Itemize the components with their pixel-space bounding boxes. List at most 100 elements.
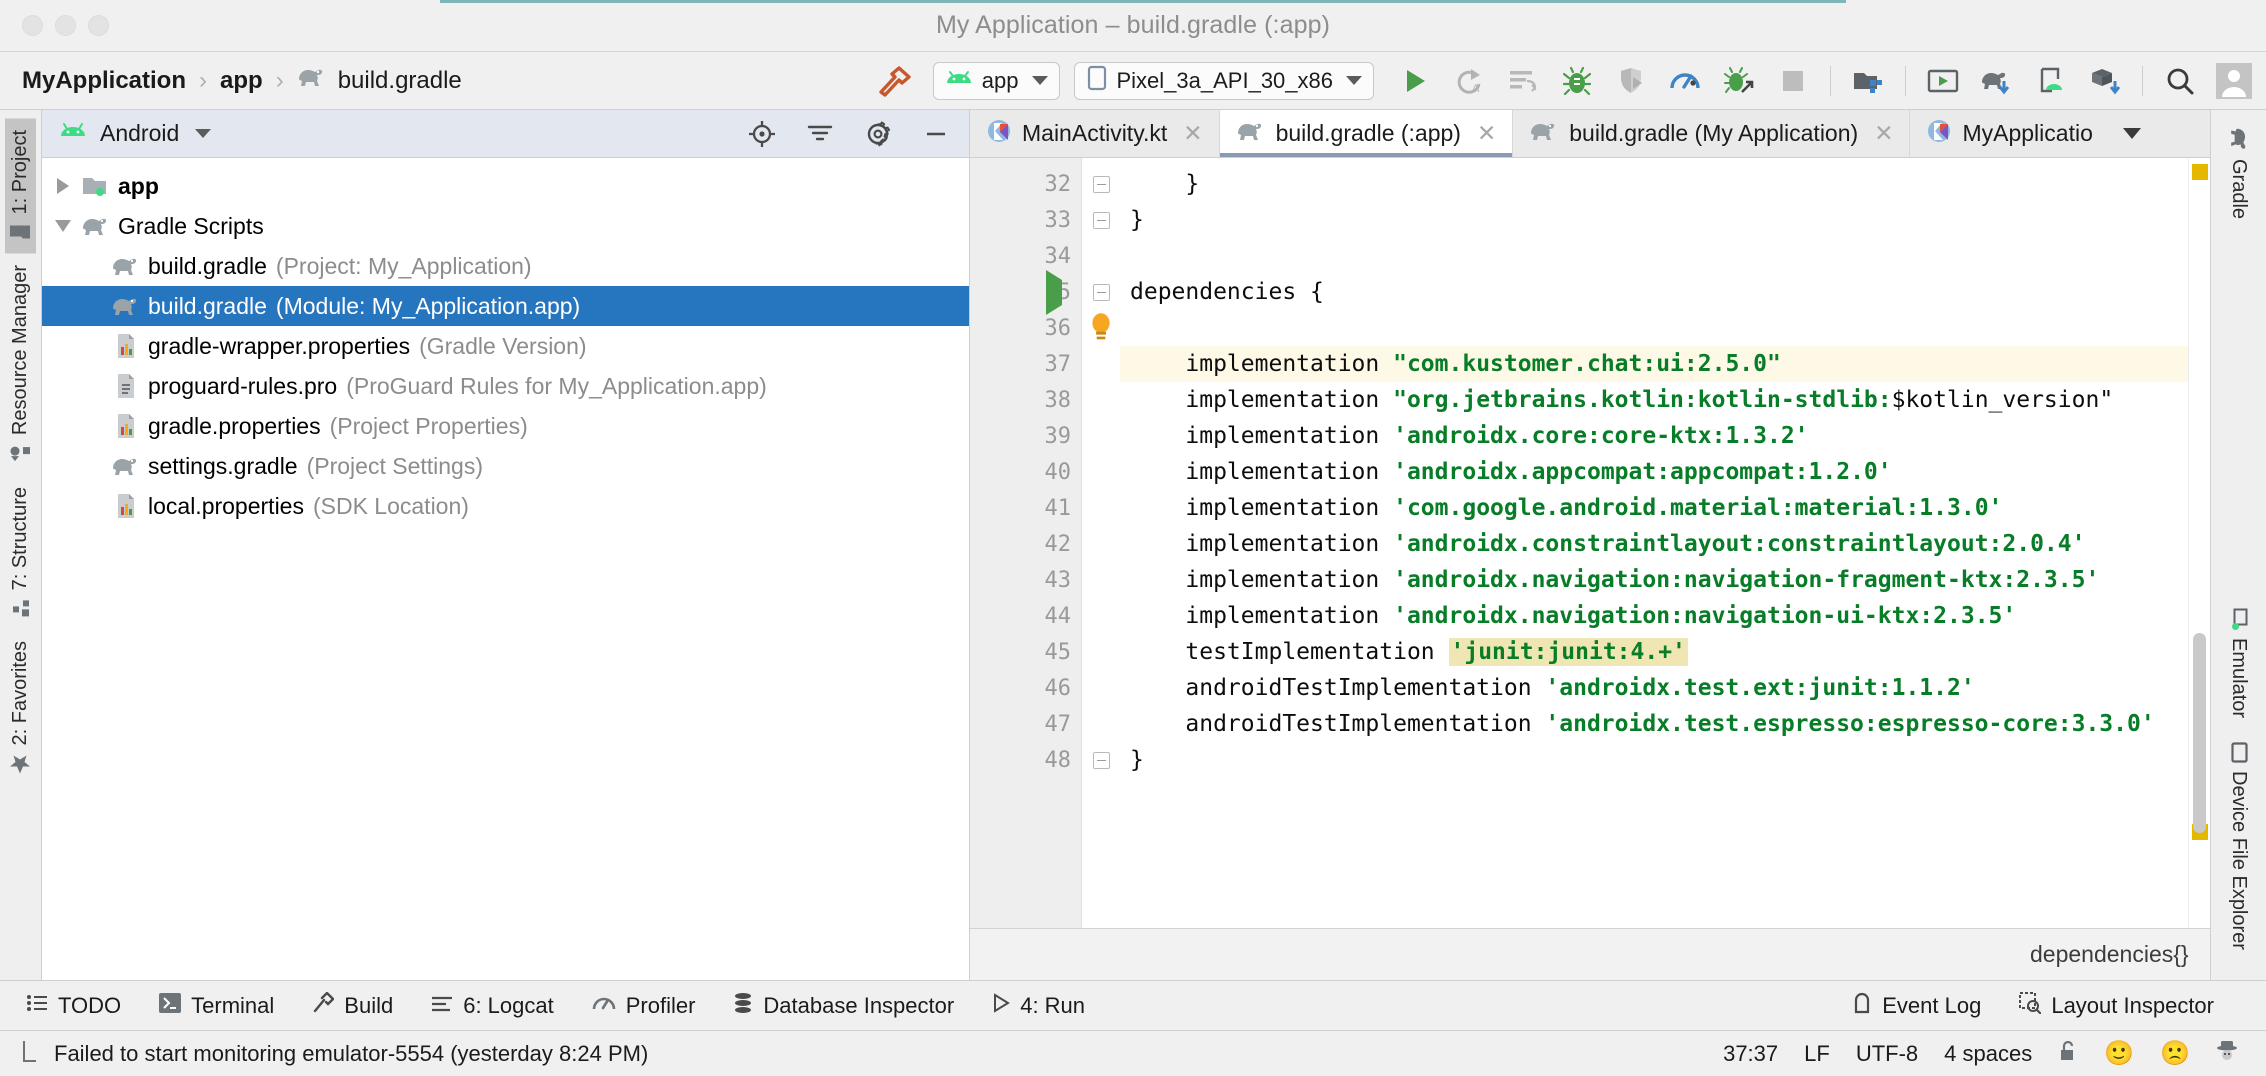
close-icon[interactable]: ✕	[1874, 120, 1893, 147]
breadcrumb-item-file[interactable]: build.gradle	[297, 65, 462, 96]
sidebar-item-project[interactable]: 1: Project	[5, 118, 36, 254]
code-line-dependencies[interactable]: dependencies {	[1120, 274, 2188, 310]
happy-face-icon[interactable]: 🙂	[2104, 1039, 2134, 1068]
breadcrumb-item-project[interactable]: MyApplication	[22, 67, 186, 95]
editor-tab-build-gradle-project[interactable]: build.gradle (My Application) ✕	[1513, 110, 1911, 157]
indent-setting[interactable]: 4 spaces	[1944, 1041, 2032, 1067]
fold-marker-end[interactable]	[1082, 742, 1120, 778]
avd-manager-icon[interactable]	[1921, 61, 1965, 101]
code-line[interactable]: implementation 'androidx.core:core-ktx:1…	[1120, 418, 2188, 454]
module-selector[interactable]: app	[932, 61, 1060, 100]
tool-window-logcat[interactable]: 6: Logcat	[431, 993, 554, 1019]
status-message[interactable]: Failed to start monitoring emulator-5554…	[54, 1041, 648, 1067]
run-gutter-icon[interactable]	[1046, 269, 1062, 315]
line-separator[interactable]: LF	[1804, 1041, 1830, 1067]
minimize-window-button[interactable]	[55, 15, 76, 36]
tree-item-settings-gradle[interactable]: settings.gradle (Project Settings)	[42, 446, 969, 486]
tree-item-build-gradle-project[interactable]: build.gradle (Project: My_Application)	[42, 246, 969, 286]
project-view-selector-label[interactable]: Android	[100, 120, 179, 147]
tool-window-build[interactable]: Build	[312, 990, 393, 1020]
tool-window-event-log[interactable]: Event Log	[1852, 992, 1981, 1020]
tool-window-database-inspector[interactable]: Database Inspector	[733, 992, 954, 1020]
profiler-icon[interactable]	[1663, 61, 1707, 101]
unlocked-icon[interactable]	[2058, 1039, 2078, 1069]
tool-window-terminal[interactable]: Terminal	[159, 992, 274, 1019]
notification-icon[interactable]	[20, 1039, 40, 1069]
avatar-icon[interactable]	[2212, 61, 2256, 101]
zoom-window-button[interactable]	[88, 15, 109, 36]
tree-item-proguard-rules[interactable]: proguard-rules.pro (ProGuard Rules for M…	[42, 366, 969, 406]
code-line-caret[interactable]: implementation "com.kustomer.chat:ui:2.5…	[1120, 346, 2188, 382]
code-line[interactable]: implementation 'androidx.navigation:navi…	[1120, 562, 2188, 598]
line-number-gutter[interactable]: 32 33 34 35 36 37 38 39 40 41 42 43 44 4…	[970, 158, 1082, 928]
run-button[interactable]	[1393, 61, 1437, 101]
close-icon[interactable]: ✕	[1477, 120, 1496, 147]
scrollbar-thumb[interactable]	[2193, 633, 2206, 833]
sidebar-item-favorites[interactable]: 2: Favorites	[5, 629, 36, 786]
project-structure-icon[interactable]	[2083, 61, 2127, 101]
editor-scrollbar[interactable]	[2188, 158, 2210, 928]
warning-marker[interactable]	[2192, 164, 2208, 180]
intention-bulb-icon[interactable]	[1082, 310, 1120, 346]
code-line[interactable]: implementation 'androidx.navigation:navi…	[1120, 598, 2188, 634]
target-icon[interactable]	[745, 119, 779, 149]
code-line[interactable]	[1120, 310, 2188, 346]
code-line[interactable]: androidTestImplementation 'androidx.test…	[1120, 706, 2188, 742]
tool-window-todo[interactable]: TODO	[26, 993, 121, 1019]
minimize-icon[interactable]	[919, 119, 953, 149]
editor-tab-mainactivity[interactable]: MainActivity.kt ✕	[970, 110, 1220, 157]
gradle-sync-icon[interactable]	[1975, 61, 2019, 101]
attach-debugger-icon[interactable]	[1609, 61, 1653, 101]
code-line[interactable]: }	[1120, 742, 2188, 778]
sidebar-item-gradle[interactable]: Gradle	[2222, 118, 2256, 231]
tree-item-gradle-scripts[interactable]: Gradle Scripts	[42, 206, 969, 246]
code-line[interactable]	[1120, 238, 2188, 274]
chevron-down-icon[interactable]	[195, 129, 212, 138]
code-line[interactable]: }	[1120, 202, 2188, 238]
collapse-all-icon[interactable]	[803, 119, 837, 149]
gear-icon[interactable]	[861, 119, 895, 149]
fold-marker-start[interactable]	[1082, 274, 1120, 310]
code-text-area[interactable]: } } dependencies { implementation "com.k…	[1120, 158, 2188, 928]
build-hammer-icon[interactable]	[875, 64, 915, 98]
fold-marker-end[interactable]	[1082, 202, 1120, 238]
collapse-triangle-icon[interactable]	[48, 220, 78, 232]
code-line[interactable]: }	[1120, 166, 2188, 202]
sidebar-item-device-file-explorer[interactable]: Device File Explorer	[2223, 730, 2254, 980]
sad-face-icon[interactable]: 🙁	[2160, 1039, 2190, 1068]
expand-triangle-icon[interactable]	[48, 178, 78, 194]
tree-item-local-properties[interactable]: local.properties (SDK Location)	[42, 486, 969, 526]
code-line-test-implementation[interactable]: testImplementation 'junit:junit:4.+'	[1120, 634, 2188, 670]
tool-window-profiler[interactable]: Profiler	[592, 993, 695, 1019]
tool-window-run[interactable]: 4: Run	[992, 993, 1085, 1019]
code-line[interactable]: implementation 'com.google.android.mater…	[1120, 490, 2188, 526]
line-number-with-run-marker[interactable]: 35	[970, 269, 1081, 315]
project-tree[interactable]: app Gradle Scripts build.gradle (Project…	[42, 158, 969, 980]
file-encoding[interactable]: UTF-8	[1856, 1041, 1918, 1067]
device-android-icon[interactable]	[2029, 61, 2073, 101]
code-line[interactable]: androidTestImplementation 'androidx.test…	[1120, 670, 2188, 706]
sidebar-item-resource-manager[interactable]: Resource Manager	[5, 253, 36, 474]
code-editor[interactable]: 32 33 34 35 36 37 38 39 40 41 42 43 44 4…	[970, 158, 2210, 928]
tool-window-layout-inspector[interactable]: Layout Inspector	[2019, 991, 2214, 1020]
caret-position[interactable]: 37:37	[1723, 1041, 1778, 1067]
stop-icon[interactable]	[1771, 61, 1815, 101]
editor-tab-myapplication[interactable]: MyApplicatio	[1910, 110, 2108, 157]
window-controls[interactable]	[0, 15, 109, 36]
breadcrumb-item-app[interactable]: app	[220, 67, 263, 95]
tree-item-gradle-wrapper-properties[interactable]: gradle-wrapper.properties (Gradle Versio…	[42, 326, 969, 366]
apply-changes-icon[interactable]: A	[1447, 61, 1491, 101]
close-icon[interactable]: ✕	[1183, 120, 1202, 147]
fold-gutter[interactable]	[1082, 158, 1120, 928]
editor-tab-overflow-button[interactable]	[2109, 110, 2155, 157]
apply-code-changes-icon[interactable]	[1501, 61, 1545, 101]
search-icon[interactable]	[2158, 61, 2202, 101]
fold-marker-end[interactable]	[1082, 166, 1120, 202]
code-line[interactable]: implementation 'androidx.appcompat:appco…	[1120, 454, 2188, 490]
profile-bug-icon[interactable]	[1717, 61, 1761, 101]
tree-item-build-gradle-module[interactable]: build.gradle (Module: My_Application.app…	[42, 286, 969, 326]
tree-item-gradle-properties[interactable]: gradle.properties (Project Properties)	[42, 406, 969, 446]
device-selector[interactable]: Pixel_3a_API_30_x86	[1073, 61, 1374, 100]
tree-item-app[interactable]: app	[42, 166, 969, 206]
sidebar-item-structure[interactable]: 7: Structure	[5, 475, 36, 629]
